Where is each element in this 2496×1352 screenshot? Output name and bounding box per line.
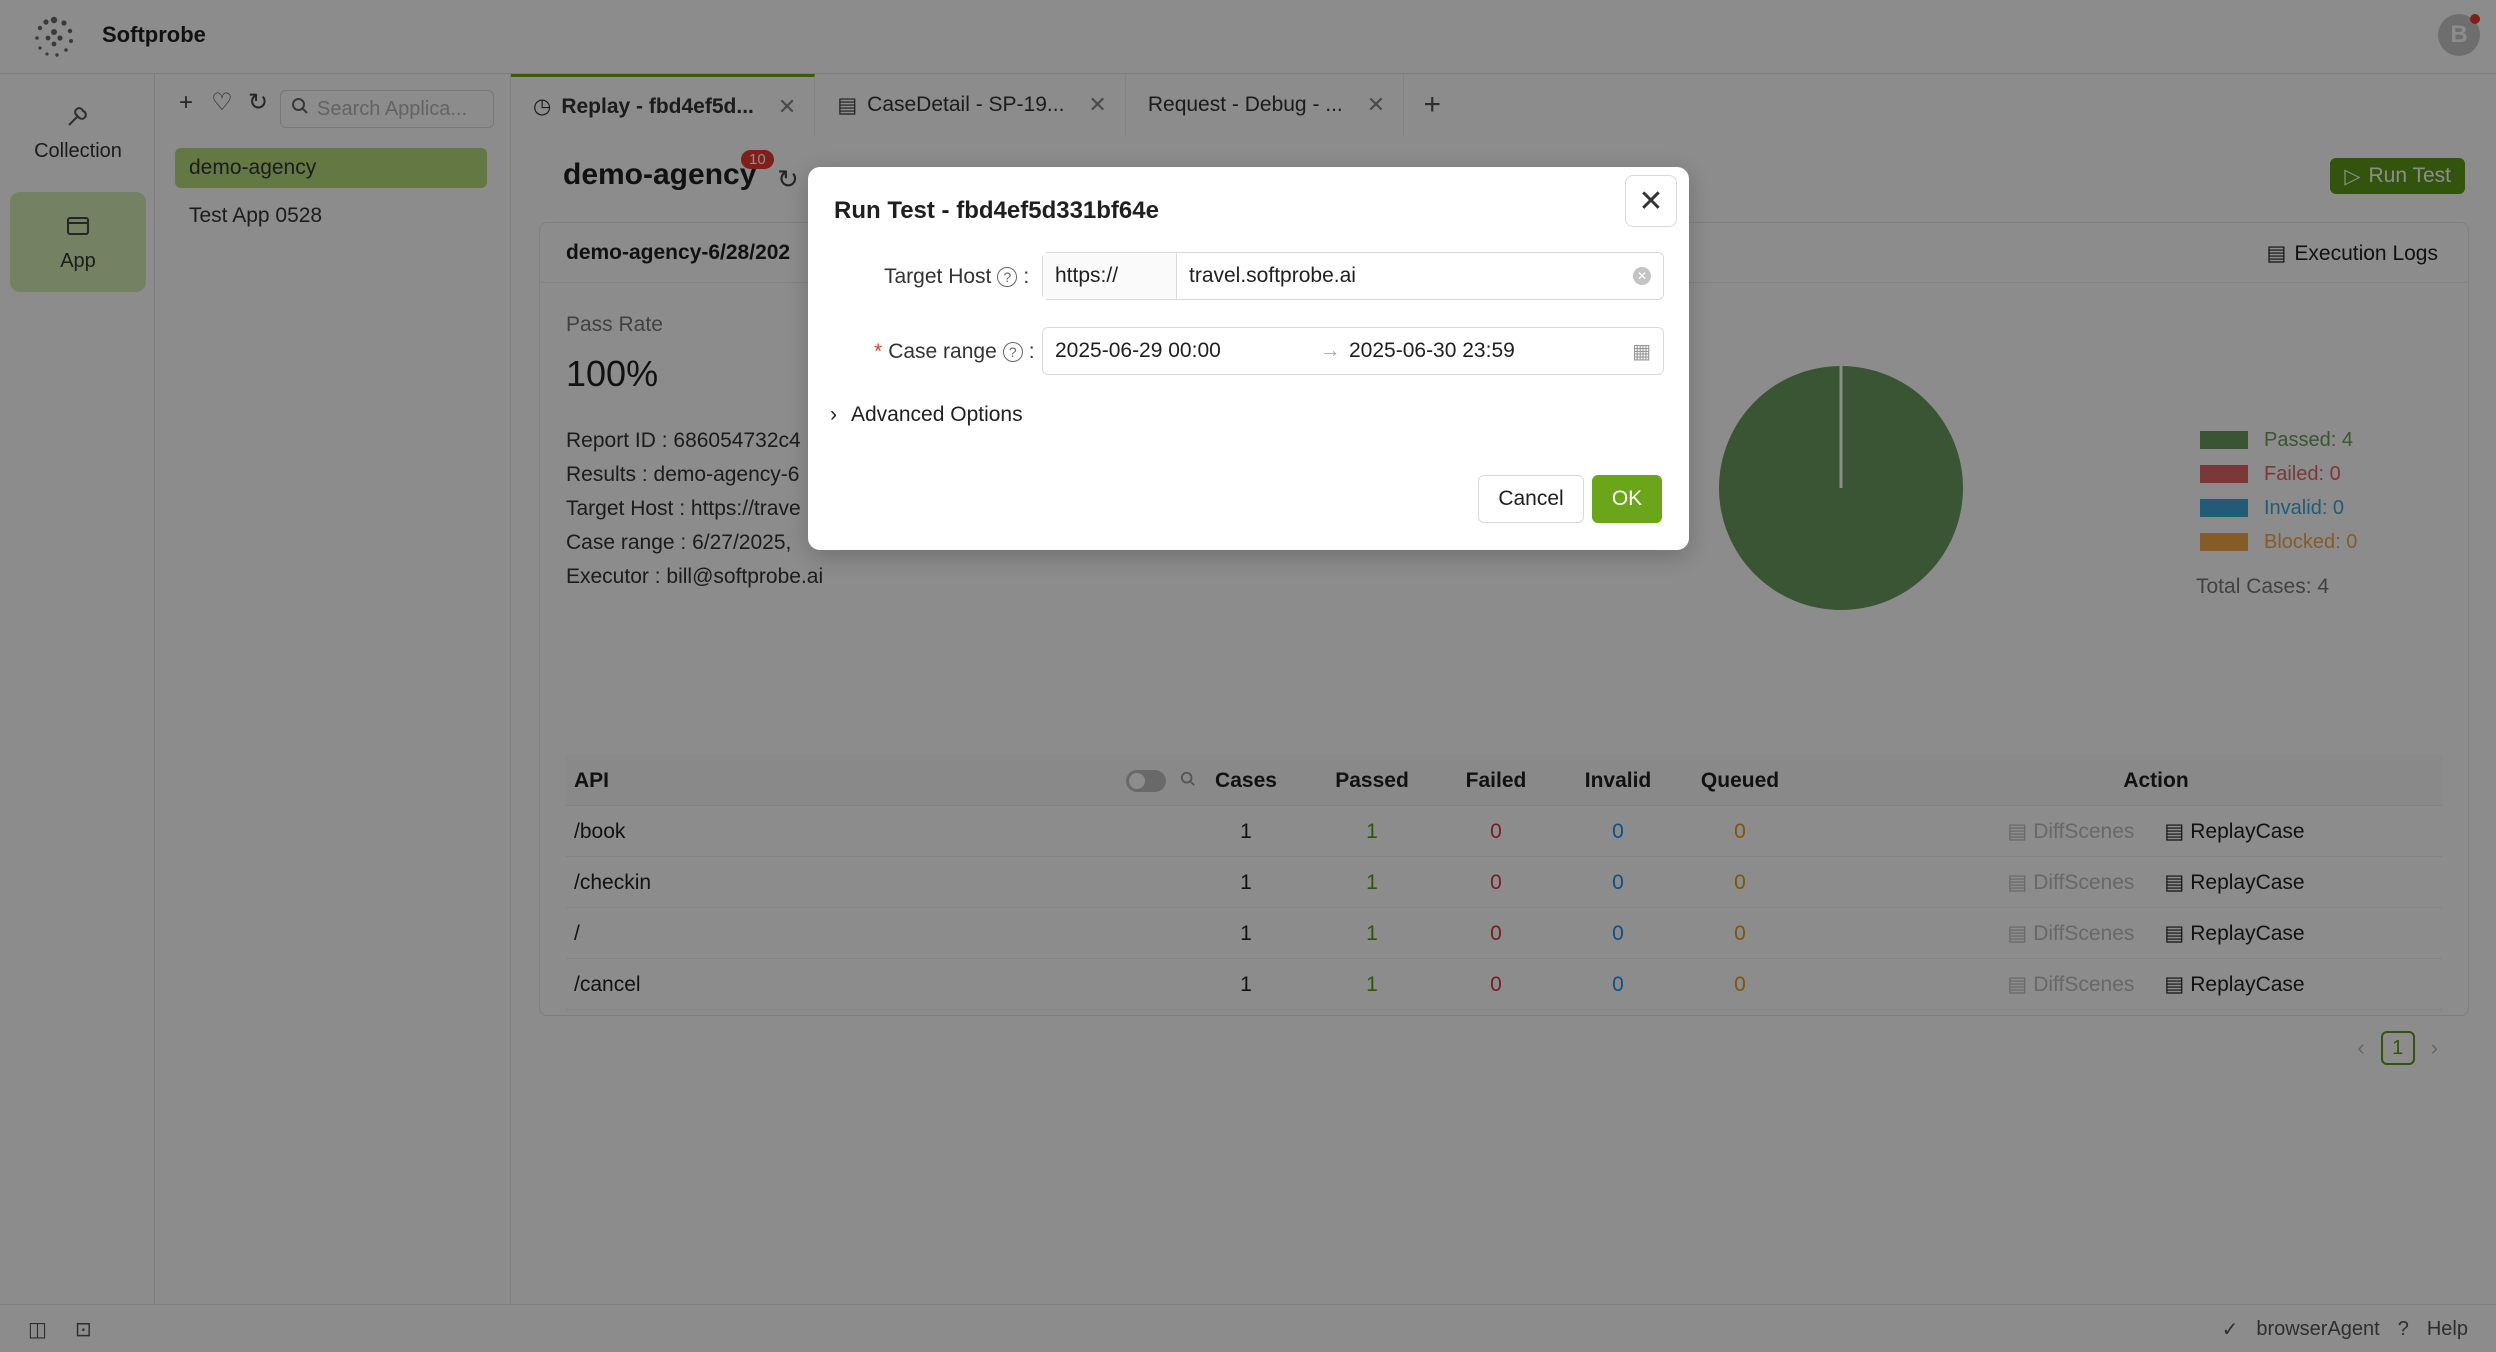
run-test-dialog: Run Test - fbd4ef5d331bf64e ✕ Target Hos… xyxy=(808,167,1689,550)
calendar-icon[interactable]: ▦ xyxy=(1632,339,1651,364)
cancel-button[interactable]: Cancel xyxy=(1478,475,1584,523)
target-host-label-text: Target Host xyxy=(884,265,992,288)
clear-icon[interactable]: ✕ xyxy=(1633,267,1651,285)
range-start-input[interactable]: 2025-06-29 00:00 xyxy=(1043,339,1313,363)
target-host-label: Target Host ? : xyxy=(884,265,1029,289)
protocol-select[interactable]: https:// xyxy=(1043,253,1177,299)
arrow-right-icon: → xyxy=(1319,339,1341,362)
advanced-options-toggle[interactable]: › Advanced Options xyxy=(830,403,1023,427)
dialog-title: Run Test - fbd4ef5d331bf64e xyxy=(834,197,1159,224)
label-colon: : xyxy=(1023,265,1030,288)
chevron-right-icon: › xyxy=(830,403,837,426)
close-icon: ✕ xyxy=(1638,184,1664,218)
advanced-options-label: Advanced Options xyxy=(851,403,1023,426)
ok-button[interactable]: OK xyxy=(1592,475,1662,523)
label-colon: : xyxy=(1028,340,1035,363)
target-host-field[interactable]: https:// travel.softprobe.ai ✕ xyxy=(1042,252,1664,300)
help-icon[interactable]: ? xyxy=(997,267,1018,287)
case-range-label-text: Case range xyxy=(888,340,997,363)
case-range-picker[interactable]: 2025-06-29 00:00 → 2025-06-30 23:59 ▦ xyxy=(1042,327,1664,375)
help-icon[interactable]: ? xyxy=(1002,342,1023,362)
host-input[interactable]: travel.softprobe.ai xyxy=(1177,264,1633,288)
close-button[interactable]: ✕ xyxy=(1625,175,1677,227)
case-range-label: * Case range ? : xyxy=(874,340,1035,364)
range-end-input[interactable]: 2025-06-30 23:59 xyxy=(1347,339,1632,363)
required-marker: * xyxy=(874,340,883,363)
